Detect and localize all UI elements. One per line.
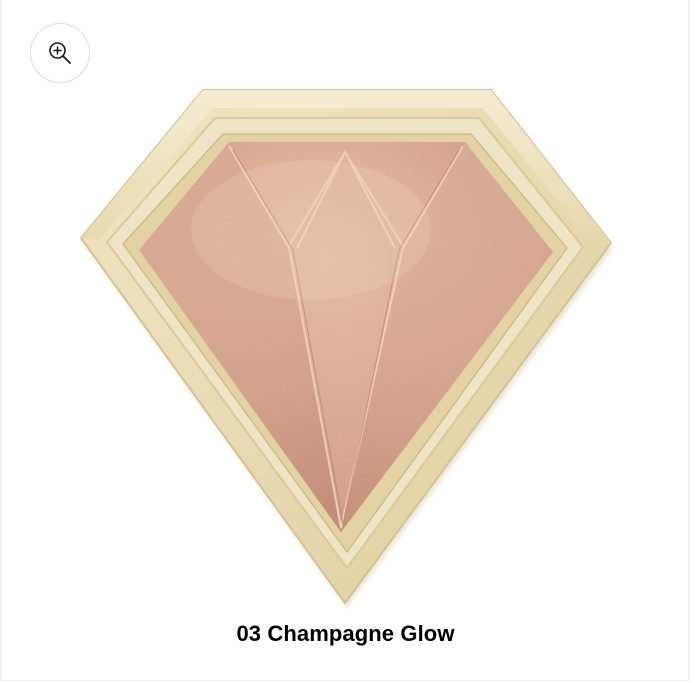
product-caption: 03 Champagne Glow xyxy=(236,621,455,646)
product-image xyxy=(79,89,613,608)
zoom-in-icon xyxy=(49,42,71,64)
zoom-button[interactable] xyxy=(30,23,90,83)
product-image-panel: 03 Champagne Glow xyxy=(0,0,689,681)
